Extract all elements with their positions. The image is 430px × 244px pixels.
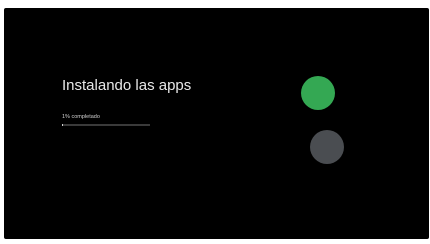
install-screen: Instalando las apps 1% completado bbox=[4, 8, 429, 239]
page-title: Instalando las apps bbox=[62, 77, 192, 94]
progress-bar bbox=[62, 124, 150, 126]
green-circle-icon bbox=[301, 76, 335, 110]
gray-circle-icon bbox=[310, 130, 344, 164]
progress-label: 1% completado bbox=[62, 114, 100, 120]
progress-bar-fill bbox=[62, 124, 64, 126]
